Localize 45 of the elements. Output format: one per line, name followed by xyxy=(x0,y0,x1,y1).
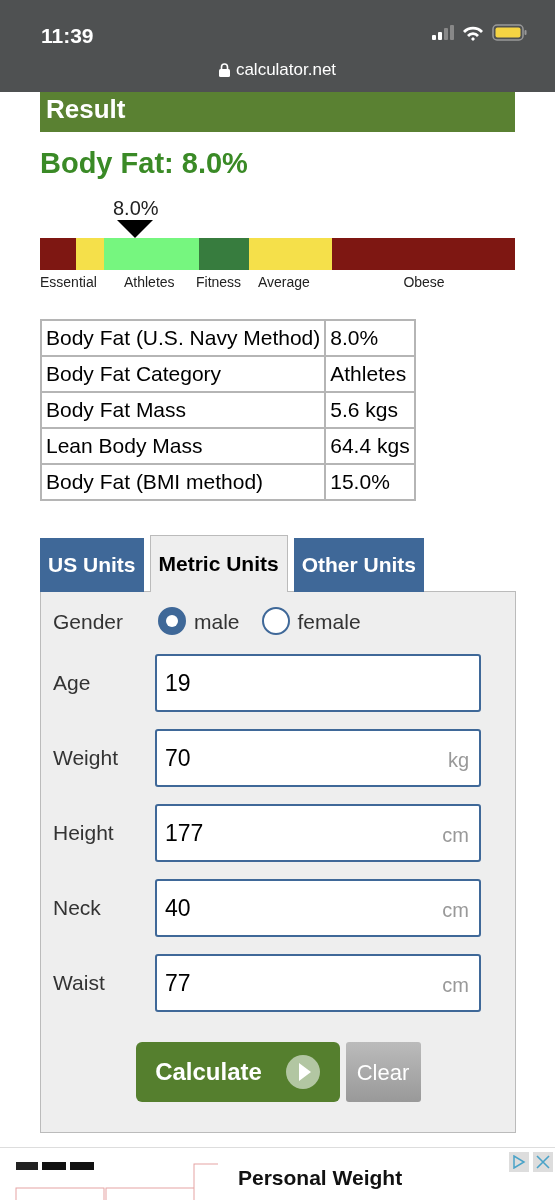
clock-time: 11:39 xyxy=(41,23,94,49)
table-cell: 5.6 kgs xyxy=(325,391,415,428)
radio-button[interactable] xyxy=(261,607,290,636)
gauge-label: Fitness xyxy=(196,273,242,290)
radio-button[interactable] xyxy=(158,607,186,636)
signal-icon xyxy=(432,25,454,40)
battery-icon xyxy=(492,24,527,41)
gauge-label: Average xyxy=(258,273,310,290)
gauge-label: Athletes xyxy=(124,273,175,290)
unit-label: cm xyxy=(442,973,469,998)
field-label: Gender xyxy=(53,608,125,635)
radio-label[interactable]: male xyxy=(194,605,240,637)
table-cell: 64.4 kgs xyxy=(325,427,415,464)
calculate-button[interactable]: Calculate xyxy=(135,1042,340,1102)
units-tab[interactable]: Other Units xyxy=(293,537,425,592)
input-field[interactable]: 19 xyxy=(155,654,481,712)
field-label: Age xyxy=(53,670,92,697)
unit-label: cm xyxy=(442,823,469,848)
result-heading: Result xyxy=(40,92,515,132)
play-icon xyxy=(285,1055,320,1089)
gauge-label: Essential xyxy=(40,273,97,290)
unit-label: kg xyxy=(447,748,469,773)
table-cell: Body Fat Category xyxy=(41,355,326,392)
address-url[interactable]: calculator.net xyxy=(235,57,337,83)
table-cell: 8.0% xyxy=(325,319,415,356)
radio-label[interactable]: female xyxy=(297,605,361,637)
lock-icon xyxy=(218,62,230,77)
table-cell: Body Fat (BMI method) xyxy=(41,463,326,500)
table-cell: Athletes xyxy=(325,355,415,392)
field-label: Neck xyxy=(53,895,102,922)
table-cell: Body Fat (U.S. Navy Method) xyxy=(41,319,326,356)
gauge-label: Obese xyxy=(403,273,445,290)
wifi-icon xyxy=(462,24,484,41)
table-cell: 15.0% xyxy=(325,463,415,500)
ad-headline[interactable]: Personal Weight xyxy=(238,1166,403,1190)
body-fat-result: Body Fat: 8.0% xyxy=(40,146,249,181)
field-label: Waist xyxy=(53,970,106,997)
unit-label: cm xyxy=(442,898,469,923)
units-tab[interactable]: US Units xyxy=(40,537,144,592)
field-label: Weight xyxy=(53,745,119,772)
table-cell: Body Fat Mass xyxy=(41,391,326,428)
field-label: Height xyxy=(53,820,115,847)
gauge-reading: 8.0% xyxy=(113,195,160,220)
units-tab[interactable]: Metric Units xyxy=(149,534,288,592)
table-cell: Lean Body Mass xyxy=(41,427,326,464)
